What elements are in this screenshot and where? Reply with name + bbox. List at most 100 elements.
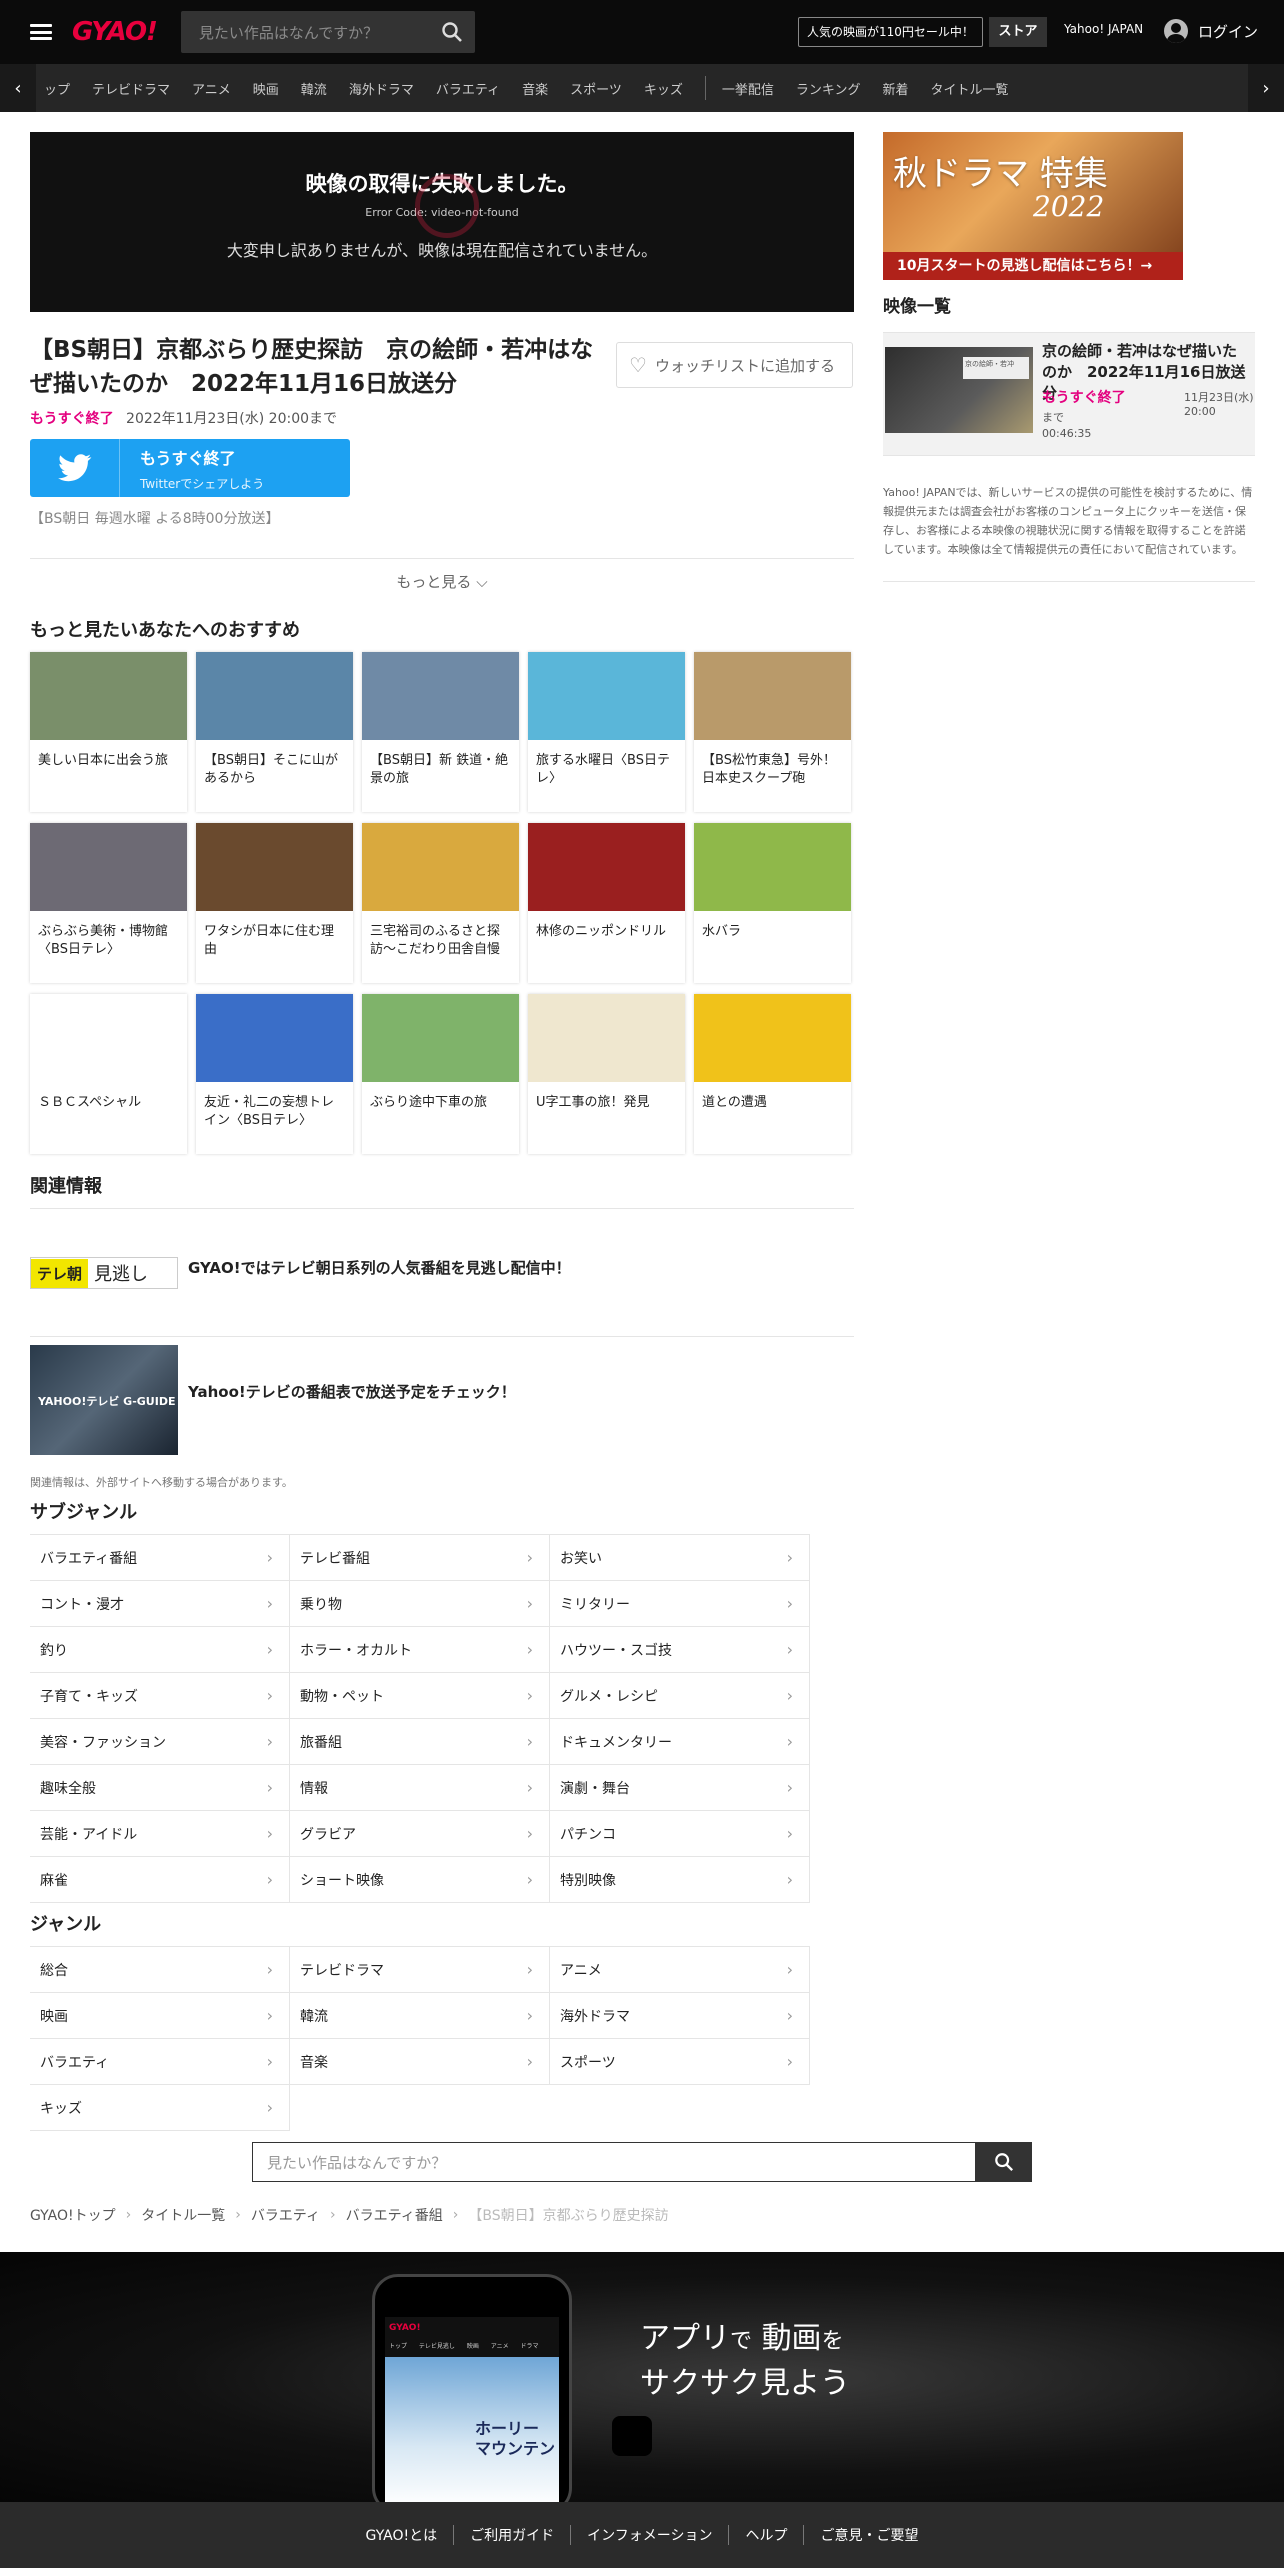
recommend-card[interactable]: 三宅裕司のふるさと探訪～こだわり田舎自慢 (362, 823, 519, 983)
nav-next-icon[interactable]: › (1248, 64, 1284, 112)
genre-link[interactable]: テレビ番組 › (290, 1535, 550, 1581)
nav-item-movie[interactable]: 映画 (253, 79, 279, 98)
nav-item-binge[interactable]: 一挙配信 (722, 79, 774, 98)
recommend-card[interactable]: 水バラ (694, 823, 851, 983)
genre-link[interactable]: コント・漫才 › (30, 1581, 290, 1627)
search-icon[interactable] (441, 21, 463, 43)
chevron-right-icon: › (786, 1824, 793, 1843)
genre-link[interactable]: 釣り › (30, 1627, 290, 1673)
phone-logo: GYAO! (389, 2323, 421, 2333)
nav-item-kids[interactable]: キッズ (644, 79, 683, 98)
video-player[interactable]: 映像の取得に失敗しました。 Error Code: video-not-foun… (30, 132, 854, 312)
nav-prev-icon[interactable]: ‹ (0, 64, 36, 112)
bottom-search-input[interactable]: 見たい作品はなんですか？ (252, 2142, 976, 2182)
recommend-card[interactable]: 【BS朝日】そこに山があるから (196, 652, 353, 812)
twitter-share-button[interactable]: もうすぐ終了 Twitterでシェアしよう (30, 439, 350, 497)
card-title: 旅する水曜日〈BS日テレ〉 (536, 753, 670, 786)
footer-link[interactable]: ご意見・ご要望 (804, 2525, 934, 2545)
nav-item-ranking[interactable]: ランキング (796, 79, 861, 98)
gyao-logo[interactable]: GYAO! (72, 17, 158, 47)
recommend-card[interactable]: 友近・礼二の妄想トレイン〈BS日テレ〉 (196, 994, 353, 1154)
breadcrumb-item[interactable]: バラエティ (251, 2205, 320, 2225)
genre-link-label: ドキュメンタリー (560, 1734, 672, 1751)
recommend-card[interactable]: U字工事の旅！発見 (528, 994, 685, 1154)
nav-item-drama[interactable]: テレビドラマ (92, 79, 170, 98)
genre-link[interactable]: 情報 › (290, 1765, 550, 1811)
recommend-card[interactable]: ぶらり途中下車の旅 (362, 994, 519, 1154)
search-input[interactable]: 見たい作品はなんですか？ (180, 11, 475, 53)
breadcrumb-item[interactable]: GYAO!トップ (30, 2205, 116, 2225)
genre-link[interactable]: 芸能・アイドル › (30, 1811, 290, 1857)
genre-link[interactable]: 特別映像 › (550, 1857, 810, 1903)
genre-link[interactable]: パチンコ › (550, 1811, 810, 1857)
genre-link[interactable]: 映画 › (30, 1993, 290, 2039)
bottom-search-button[interactable] (976, 2142, 1032, 2182)
nav-item-anime[interactable]: アニメ (192, 79, 231, 98)
genre-link[interactable]: ミリタリー › (550, 1581, 810, 1627)
genre-link[interactable]: キッズ › (30, 2085, 290, 2131)
footer-link[interactable]: ヘルプ (729, 2525, 805, 2545)
genre-link[interactable]: 旅番組 › (290, 1719, 550, 1765)
nav-item-music[interactable]: 音楽 (522, 79, 548, 98)
chevron-right-icon: › (266, 2098, 273, 2117)
nav-item-korean[interactable]: 韓流 (301, 79, 327, 98)
nav-item-new[interactable]: 新着 (882, 79, 908, 98)
recommend-card[interactable]: ワタシが日本に住む理由 (196, 823, 353, 983)
genre-link[interactable]: ドキュメンタリー › (550, 1719, 810, 1765)
genre-link[interactable]: テレビドラマ › (290, 1947, 550, 1993)
show-more-button[interactable]: もっと見る ⌵ (30, 558, 854, 606)
genre-link[interactable]: ショート映像 › (290, 1857, 550, 1903)
login-button[interactable]: ログイン (1164, 19, 1258, 43)
footer-link[interactable]: ご利用ガイド (454, 2525, 572, 2545)
recommend-card[interactable]: 林修のニッポンドリル (528, 823, 685, 983)
footer-link[interactable]: GYAO!とは (350, 2525, 455, 2545)
sale-banner-link[interactable]: 人気の映画が110円セール中！ (798, 17, 983, 47)
genre-link[interactable]: ハウツー・スゴ技 › (550, 1627, 810, 1673)
genre-link[interactable]: スポーツ › (550, 2039, 810, 2085)
menu-icon[interactable] (30, 24, 52, 40)
recommend-card[interactable]: 【BS松竹東急】号外！日本史スクープ砲 (694, 652, 851, 812)
video-list-item[interactable]: 京の絵師・若冲 京の絵師・若冲はなぜ描いたのか 2022年11月16日放送分 も… (883, 332, 1255, 456)
store-button[interactable]: ストア (989, 17, 1047, 47)
nav-item-sports[interactable]: スポーツ (570, 79, 622, 98)
nav-item-top[interactable]: ップ (44, 79, 70, 98)
genre-link[interactable]: 趣味全般 › (30, 1765, 290, 1811)
breadcrumb-item[interactable]: バラエティ番組 (346, 2205, 443, 2225)
genre-link[interactable]: グラビア › (290, 1811, 550, 1857)
genre-link[interactable]: 総合 › (30, 1947, 290, 1993)
genre-link[interactable]: ホラー・オカルト › (290, 1627, 550, 1673)
recommend-card[interactable]: 美しい日本に出会う旅 (30, 652, 187, 812)
genre-link[interactable]: 海外ドラマ › (550, 1993, 810, 2039)
chevron-right-icon: › (786, 1594, 793, 1613)
genre-link[interactable]: バラエティ番組 › (30, 1535, 290, 1581)
chevron-right-icon: › (786, 1960, 793, 1979)
genre-link[interactable]: バラエティ › (30, 2039, 290, 2085)
genre-link[interactable]: 乗り物 › (290, 1581, 550, 1627)
genre-link[interactable]: 子育て・キッズ › (30, 1673, 290, 1719)
yahoo-japan-link[interactable]: Yahoo! JAPAN (1064, 22, 1143, 36)
related-item[interactable]: YAHOO!テレビ G-GUIDE Yahoo!テレビの番組表で放送予定をチェッ… (30, 1336, 854, 1464)
genre-link[interactable]: 音楽 › (290, 2039, 550, 2085)
recommend-card[interactable]: 道との遭遇 (694, 994, 851, 1154)
related-item[interactable]: テレ朝 見逃し GYAO!ではテレビ朝日系列の人気番組を見逃し配信中！ (30, 1208, 854, 1336)
breadcrumb-item[interactable]: タイトル一覧 (141, 2205, 225, 2225)
nav-item-variety[interactable]: バラエティ (436, 79, 500, 98)
genre-link[interactable]: 麻雀 › (30, 1857, 290, 1903)
recommend-card[interactable]: 旅する水曜日〈BS日テレ〉 (528, 652, 685, 812)
genre-link[interactable]: 美容・ファッション › (30, 1719, 290, 1765)
recommend-card[interactable]: ぶらぶら美術・博物館〈BS日テレ〉 (30, 823, 187, 983)
app-promo-banner[interactable]: GYAO! トップ テレビ見逃し 映画 アニメ ドラマ ホーリー マウンテン ア… (0, 2252, 1284, 2514)
nav-item-overseas[interactable]: 海外ドラマ (349, 79, 414, 98)
genre-link[interactable]: 演劇・舞台 › (550, 1765, 810, 1811)
genre-link[interactable]: アニメ › (550, 1947, 810, 1993)
nav-item-titles[interactable]: タイトル一覧 (931, 79, 1009, 98)
footer-link[interactable]: インフォメーション (571, 2525, 730, 2545)
add-watchlist-button[interactable]: ♡ ウォッチリストに追加する (616, 342, 853, 388)
autumn-drama-ad[interactable]: 秋ドラマ 特集 2022 10月スタートの見逃し配信はこちら！→ (883, 132, 1183, 280)
genre-link[interactable]: グルメ・レシピ › (550, 1673, 810, 1719)
genre-link[interactable]: 動物・ペット › (290, 1673, 550, 1719)
genre-link[interactable]: 韓流 › (290, 1993, 550, 2039)
genre-link[interactable]: お笑い › (550, 1535, 810, 1581)
recommend-card[interactable]: 【BS朝日】新 鉄道・絶景の旅 (362, 652, 519, 812)
recommend-card[interactable]: ＳＢＣスペシャル (30, 994, 187, 1154)
